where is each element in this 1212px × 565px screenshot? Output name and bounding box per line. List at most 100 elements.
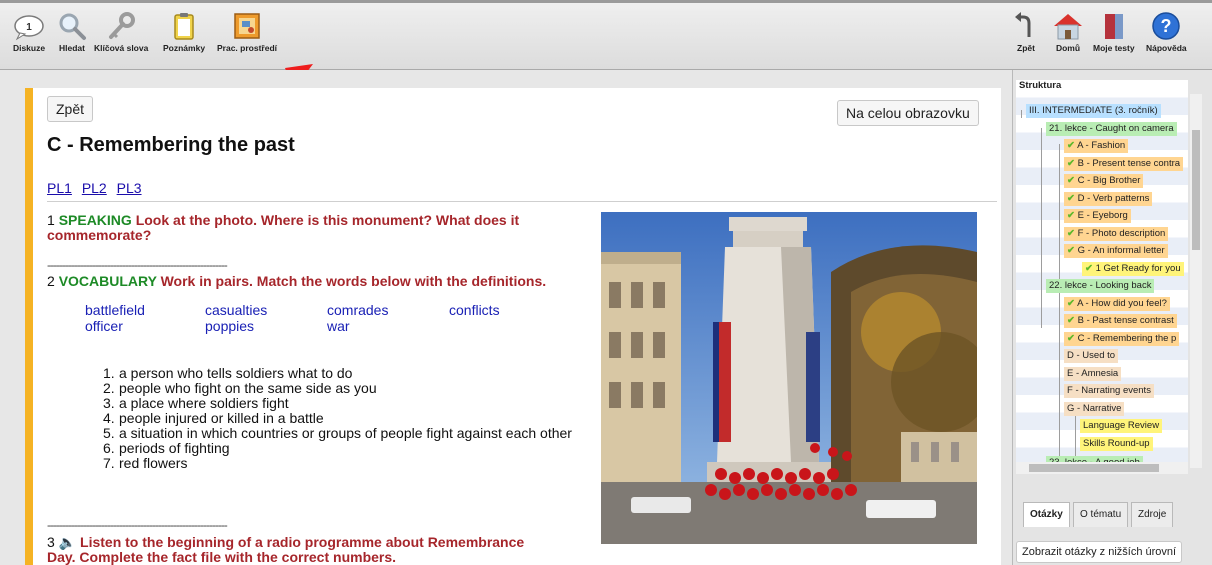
tree-item-section[interactable]: ✔ G - An informal letter <box>1064 244 1168 258</box>
scroll-thumb[interactable] <box>1029 464 1159 472</box>
magnifier-icon <box>59 13 86 40</box>
svg-text:?: ? <box>1161 16 1172 36</box>
check-icon: ✔ <box>1067 228 1075 239</box>
list-item: 1. a person who tells soldiers what to do <box>103 365 353 381</box>
check-icon: ✔ <box>1067 175 1075 186</box>
check-icon: ✔ <box>1067 245 1075 256</box>
keywords-label: Klíčová slova <box>94 43 149 53</box>
tree-item-subsection[interactable]: ✔ 1 Get Ready for you <box>1082 262 1184 276</box>
tree-connector <box>1059 302 1060 467</box>
tree-item-section[interactable]: ✔ A - How did you feel? <box>1064 297 1170 311</box>
show-lower-level-questions-button[interactable]: Zobrazit otázky z nižších úrovní <box>1016 541 1183 563</box>
tree-item-section[interactable]: ✔ C - Big Brother <box>1064 174 1144 188</box>
check-icon: ✔ <box>1067 193 1075 204</box>
word-item: war <box>327 318 350 334</box>
fullscreen-button[interactable]: Na celou obrazovku <box>837 100 979 126</box>
help-icon: ? <box>1152 12 1181 40</box>
discussion-badge: 1 <box>26 22 32 33</box>
content-area: Zpět Na celou obrazovku C - Remembering … <box>0 70 1012 565</box>
tree-item-section[interactable]: F - Narrating events <box>1064 384 1154 398</box>
book-icon <box>1104 14 1123 39</box>
notes-button[interactable]: Poznámky <box>163 11 205 53</box>
tree-connector <box>1075 416 1076 456</box>
tab-sources[interactable]: Zdroje <box>1131 502 1174 527</box>
list-item: 2. people who fight on the same side as y… <box>103 380 377 396</box>
search-label: Hledat <box>59 43 85 53</box>
tab-questions[interactable]: Otázky <box>1023 502 1070 527</box>
back-nav-button[interactable]: Zpět <box>1013 11 1039 53</box>
check-icon: ✔ <box>1067 333 1075 344</box>
lesson-page: Zpět Na celou obrazovku C - Remembering … <box>25 88 1001 565</box>
cenotaph-photo <box>601 212 977 544</box>
question-2: 2 VOCABULARY Work in pairs. Match the wo… <box>47 273 547 289</box>
back-nav-label: Zpět <box>1017 43 1035 53</box>
dashed-separator: ----------------------------------------… <box>47 518 228 532</box>
word-item: battlefield <box>85 302 145 318</box>
workspace-icon <box>234 13 260 39</box>
speaker-icon[interactable]: 🔈 <box>59 534 76 550</box>
dashed-separator: ----------------------------------------… <box>47 258 228 272</box>
tree-item-subsection[interactable]: Skills Round-up <box>1080 437 1153 451</box>
back-button[interactable]: Zpět <box>47 96 94 122</box>
structure-sidebar: Struktura III. INTERMEDIATE (3. ročník) … <box>1012 70 1212 565</box>
back-arrow-icon <box>1015 12 1031 37</box>
speaking-keyword: SPEAKING <box>58 212 132 228</box>
my-tests-label: Moje testy <box>1093 43 1135 53</box>
list-item: 5. a situation in which countries or grou… <box>103 425 572 441</box>
tree-item-section[interactable]: ✔ B - Present tense contra <box>1064 157 1184 171</box>
tree-item-section[interactable]: D - Used to <box>1064 349 1119 363</box>
question-3: 3 🔈 Listen to the beginning of a radio p… <box>47 534 525 565</box>
check-icon: ✔ <box>1067 158 1075 169</box>
help-button[interactable]: ? Nápověda <box>1146 11 1187 53</box>
link-pl1[interactable]: PL1 <box>47 180 72 196</box>
list-item: 6. periods of fighting <box>103 440 230 456</box>
tree-item-lesson[interactable]: 22. lekce - Looking back <box>1046 279 1155 293</box>
workspace-button[interactable]: Prac. prostředí <box>217 11 277 53</box>
house-icon <box>1054 14 1082 40</box>
structure-tree[interactable]: Struktura III. INTERMEDIATE (3. ročník) … <box>1016 80 1188 470</box>
check-icon: ✔ <box>1067 315 1075 326</box>
my-tests-button[interactable]: Moje testy <box>1093 11 1135 53</box>
definitions-list: 1. a person who tells soldiers what to do… <box>103 366 623 471</box>
tree-item-section[interactable]: ✔ A - Fashion <box>1064 139 1129 153</box>
search-button[interactable]: Hledat <box>57 11 87 53</box>
notepad-icon <box>174 13 194 40</box>
check-icon: ✔ <box>1085 263 1093 274</box>
keywords-button[interactable]: Klíčová slova <box>94 11 148 53</box>
word-item: comrades <box>327 302 389 318</box>
divider-line <box>47 201 997 202</box>
key-icon <box>109 12 136 39</box>
tree-item-section[interactable]: G - Narrative <box>1064 402 1125 416</box>
list-item: 3. a place where soldiers fight <box>103 395 289 411</box>
word-item: poppies <box>205 318 255 334</box>
tree-item-level[interactable]: III. INTERMEDIATE (3. ročník) <box>1026 104 1161 118</box>
tab-about-topic[interactable]: O tématu <box>1073 502 1129 527</box>
tree-item-section-current[interactable]: ✔ C - Remembering the p <box>1064 332 1180 346</box>
discussion-button[interactable]: 1 Diskuze <box>12 11 46 53</box>
word-item: conflicts <box>449 302 500 318</box>
tree-item-lesson[interactable]: 21. lekce - Caught on camera <box>1046 122 1177 136</box>
link-pl2[interactable]: PL2 <box>82 180 107 196</box>
tree-item-section[interactable]: E - Amnesia <box>1064 367 1122 381</box>
list-item: 7. red flowers <box>103 455 188 471</box>
tree-item-section[interactable]: ✔ D - Verb patterns <box>1064 192 1153 206</box>
tree-connector <box>1021 110 1022 118</box>
vocabulary-keyword: VOCABULARY <box>58 273 157 289</box>
speech-bubble-icon: 1 <box>14 15 44 41</box>
monument-image <box>601 212 977 544</box>
toolbar: 1 Diskuze Hledat Klíčová slova Poznámky <box>0 0 1212 70</box>
scroll-thumb[interactable] <box>1192 130 1200 250</box>
check-icon: ✔ <box>1067 298 1075 309</box>
tree-item-subsection[interactable]: Language Review <box>1080 419 1163 433</box>
word-item: casualties <box>205 302 268 318</box>
tree-item-section[interactable]: ✔ F - Photo description <box>1064 227 1169 241</box>
home-button[interactable]: Domů <box>1052 11 1084 53</box>
notes-label: Poznámky <box>163 43 206 53</box>
link-pl3[interactable]: PL3 <box>117 180 142 196</box>
question-1: 1 SPEAKING Look at the photo. Where is t… <box>47 212 520 243</box>
tree-item-section[interactable]: ✔ E - Eyeborg <box>1064 209 1131 223</box>
tree-connector <box>1041 285 1042 299</box>
page-title: C - Remembering the past <box>47 134 295 156</box>
tree-item-section[interactable]: ✔ B - Past tense contrast <box>1064 314 1177 328</box>
check-icon: ✔ <box>1067 210 1075 221</box>
